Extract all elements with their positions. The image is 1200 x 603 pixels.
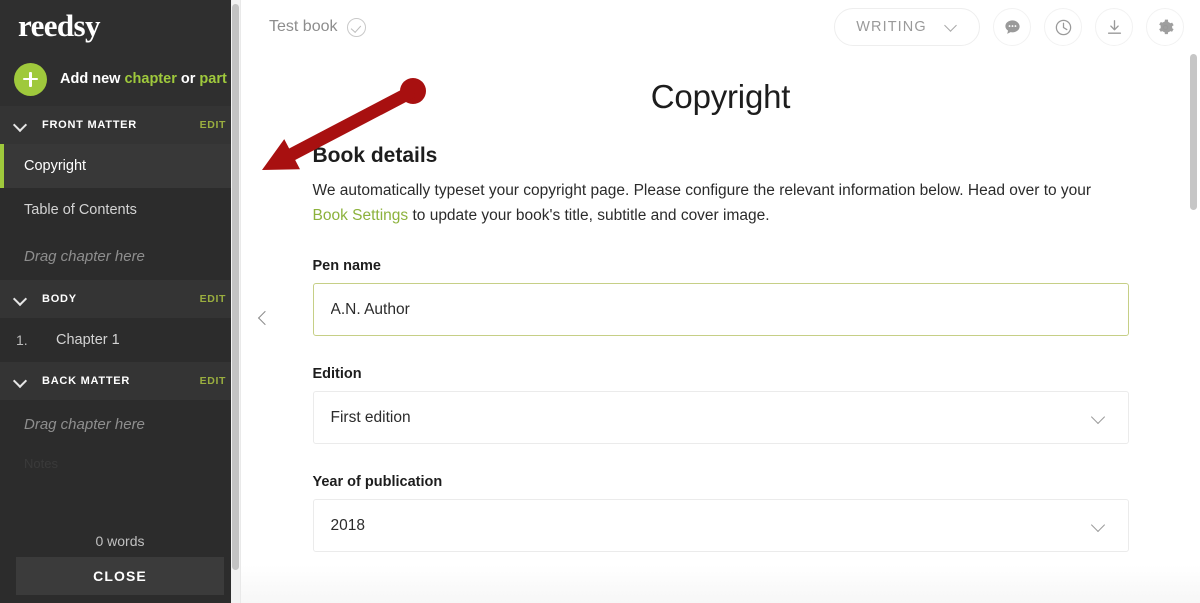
close-button[interactable]: CLOSE: [16, 557, 224, 595]
chevron-left-icon: [257, 312, 269, 324]
main-scrollbar-thumb[interactable]: [1190, 54, 1197, 210]
sidebar-item-label: Copyright: [24, 158, 87, 174]
reedsy-book-editor: reedsy Add new chapter or part FRONT MAT…: [0, 0, 1200, 603]
section-heading-book-details: Book details: [312, 144, 438, 167]
chevron-down-icon: [945, 21, 958, 34]
sidebar-item-notes[interactable]: Notes: [0, 448, 240, 478]
mode-selector[interactable]: WRITING: [834, 8, 980, 46]
add-new-label: Add new chapter or part: [60, 71, 227, 87]
download-button[interactable]: [1095, 8, 1133, 46]
sidebar-item-label: Chapter 1: [56, 332, 120, 348]
top-bar: Test book WRITING: [241, 0, 1200, 54]
main-content: Test book WRITING Copyright Book details…: [240, 0, 1200, 603]
download-icon: [1105, 18, 1124, 37]
comments-button[interactable]: [993, 8, 1031, 46]
field-pen-name: Pen name: [312, 258, 1129, 337]
field-label: Year of publication: [312, 474, 443, 491]
add-new-prefix: Add new: [60, 71, 125, 87]
section-title-back-matter: BACK MATTER: [42, 375, 131, 387]
main-scrollbar-track[interactable]: [1189, 54, 1198, 603]
add-new-chapter-link[interactable]: chapter: [124, 71, 176, 87]
chevron-down-icon: [1092, 412, 1106, 426]
add-new-part-link[interactable]: part: [199, 71, 226, 87]
add-new-joiner: or: [176, 71, 200, 87]
pen-name-input[interactable]: [312, 283, 1129, 337]
section-header-body[interactable]: BODY EDIT: [0, 280, 240, 318]
field-edition: Edition First edition: [312, 366, 1129, 445]
sidebar-item-copyright[interactable]: Copyright: [0, 144, 240, 188]
reedsy-logo[interactable]: reedsy: [18, 8, 101, 44]
section-title-front-matter: FRONT MATTER: [42, 119, 137, 131]
chevron-down-icon: [12, 291, 28, 307]
year-select[interactable]: 2018: [312, 499, 1129, 553]
intro-text-part1: We automatically typeset your copyright …: [312, 182, 1092, 199]
mode-selector-label: WRITING: [856, 19, 927, 35]
book-title[interactable]: Test book: [269, 18, 337, 36]
chapter-number: 1.: [16, 332, 28, 348]
sidebar-footer: 0 words CLOSE: [0, 527, 240, 603]
document-body: Copyright Book details We automatically …: [312, 54, 1129, 553]
drop-zone-hint: Drag chapter here: [24, 415, 145, 433]
comments-icon: [1003, 18, 1022, 37]
chevron-down-icon: [12, 117, 28, 133]
sidebar-item-label: Table of Contents: [24, 202, 137, 218]
sidebar-item-label: Notes: [24, 455, 58, 471]
chevron-down-icon: [1092, 520, 1106, 534]
year-select-value: 2018: [330, 516, 365, 534]
settings-gear-icon: [1156, 18, 1175, 37]
drop-zone-front-matter[interactable]: Drag chapter here: [0, 232, 240, 280]
settings-button[interactable]: [1146, 8, 1184, 46]
sidebar-scrollbar-thumb[interactable]: [232, 4, 239, 570]
sidebar-item-chapter-1[interactable]: 1. Chapter 1: [0, 318, 240, 362]
drop-zone-back-matter[interactable]: Drag chapter here: [0, 400, 240, 448]
field-label: Edition: [312, 366, 362, 383]
sidebar: reedsy Add new chapter or part FRONT MAT…: [0, 0, 240, 603]
brand-header: reedsy: [0, 0, 240, 52]
sidebar-item-table-of-contents[interactable]: Table of Contents: [0, 188, 240, 232]
section-title-body: BODY: [42, 293, 77, 305]
sidebar-scrollbar-track[interactable]: [231, 0, 240, 603]
edition-select-value: First edition: [330, 408, 411, 426]
page-title: Copyright: [650, 78, 791, 115]
chevron-down-icon: [12, 373, 28, 389]
collapse-sidebar-button[interactable]: [241, 296, 285, 340]
drop-zone-hint: Drag chapter here: [24, 247, 145, 265]
field-label: Pen name: [312, 258, 382, 275]
plus-icon: [14, 62, 47, 96]
edition-select[interactable]: First edition: [312, 391, 1129, 445]
field-year-of-publication: Year of publication 2018: [312, 474, 1129, 553]
word-count: 0 words: [95, 533, 145, 549]
intro-paragraph: We automatically typeset your copyright …: [313, 178, 1129, 228]
section-header-back-matter[interactable]: BACK MATTER EDIT: [0, 362, 240, 400]
history-clock-icon: [1054, 18, 1073, 37]
section-header-front-matter[interactable]: FRONT MATTER EDIT: [0, 106, 240, 144]
document-scroll-area[interactable]: Copyright Book details We automatically …: [241, 54, 1200, 603]
check-circle-icon: [347, 17, 367, 37]
edit-front-matter-button[interactable]: EDIT: [200, 119, 226, 131]
edit-back-matter-button[interactable]: EDIT: [200, 375, 226, 387]
history-button[interactable]: [1044, 8, 1082, 46]
book-settings-link[interactable]: Book Settings: [313, 207, 409, 224]
edit-body-button[interactable]: EDIT: [200, 293, 226, 305]
intro-text-part2: to update your book's title, subtitle an…: [408, 207, 770, 225]
add-new-chapter-button[interactable]: Add new chapter or part: [0, 52, 240, 106]
